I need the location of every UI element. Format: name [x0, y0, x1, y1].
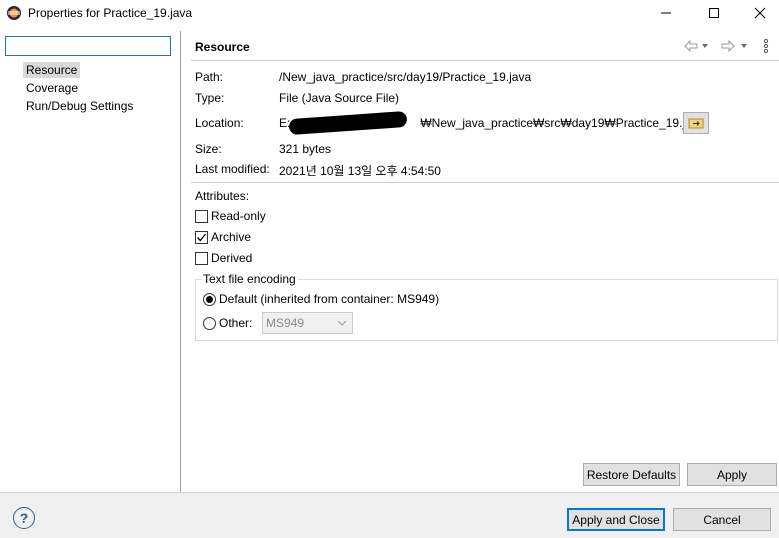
apply-button[interactable]: Apply — [687, 463, 777, 486]
view-menu-button[interactable] — [762, 38, 770, 54]
attributes-label: Attributes: — [195, 189, 250, 203]
back-button[interactable] — [683, 38, 709, 54]
sidebar-item-resource[interactable]: Resource — [23, 62, 81, 78]
show-in-explorer-button[interactable] — [683, 112, 709, 134]
modified-label: Last modified: — [195, 162, 270, 176]
close-button[interactable] — [737, 0, 779, 26]
read-only-checkbox[interactable]: Read-only — [195, 208, 266, 224]
help-icon[interactable]: ? — [13, 507, 35, 529]
other-encoding-label: Other: — [219, 316, 253, 330]
sidebar-item-run-debug-settings[interactable]: Run/Debug Settings — [23, 98, 136, 114]
radio-circle[interactable] — [203, 292, 216, 306]
checkbox-box[interactable] — [195, 209, 208, 223]
modified-value: 2021년 10월 13일 오후 4:54:50 — [279, 164, 441, 178]
minimize-button[interactable] — [643, 0, 689, 26]
checkbox-box[interactable] — [195, 230, 208, 244]
apply-and-close-button[interactable]: Apply and Close — [567, 508, 665, 531]
maximize-button[interactable] — [691, 0, 737, 26]
radio-circle[interactable] — [203, 316, 216, 330]
page-title: Resource — [195, 40, 250, 54]
open-folder-icon — [688, 118, 704, 129]
type-value: File (Java Source File) — [279, 91, 400, 105]
path-label: Path: — [195, 70, 224, 84]
maximize-icon — [709, 8, 719, 18]
checkbox-box[interactable] — [195, 251, 208, 265]
more-vertical-icon — [763, 38, 769, 54]
derived-label: Derived — [211, 251, 253, 265]
chevron-down-icon — [337, 320, 347, 326]
forward-button[interactable] — [720, 38, 754, 54]
filter-input[interactable] — [5, 36, 171, 56]
size-value: 321 bytes — [279, 142, 332, 156]
restore-defaults-button[interactable]: Restore Defaults — [583, 463, 680, 486]
window-title: Properties for Practice_19.java — [28, 6, 193, 20]
encoding-select[interactable]: MS949 — [262, 312, 353, 334]
section-divider — [191, 182, 779, 183]
back-arrow-icon — [684, 39, 708, 53]
other-encoding-radio[interactable]: Other: — [203, 315, 252, 331]
default-encoding-radio[interactable]: Default (inherited from container: MS949… — [203, 291, 439, 307]
minimize-icon — [661, 12, 671, 14]
archive-label: Archive — [211, 230, 252, 244]
size-label: Size: — [195, 142, 222, 156]
eclipse-icon — [6, 5, 22, 21]
sidebar-item-coverage[interactable]: Coverage — [23, 80, 81, 96]
location-label: Location: — [195, 116, 244, 130]
close-icon — [754, 7, 766, 19]
encoding-select-value: MS949 — [266, 316, 305, 330]
forward-arrow-icon — [721, 39, 747, 53]
redaction-mark — [288, 110, 408, 136]
path-value: /New_java_practice/src/day19/Practice_19… — [279, 70, 532, 84]
cancel-button[interactable]: Cancel — [673, 508, 771, 531]
location-path: ₩New_java_practice₩src₩day19₩Practice_19… — [420, 116, 705, 130]
archive-checkbox[interactable]: Archive — [195, 229, 251, 245]
read-only-label: Read-only — [211, 209, 266, 223]
type-label: Type: — [195, 91, 225, 105]
encoding-label: Text file encoding — [201, 272, 298, 286]
default-encoding-label: Default (inherited from container: MS949… — [219, 292, 440, 306]
header-divider — [191, 60, 779, 61]
derived-checkbox[interactable]: Derived — [195, 250, 252, 266]
checkmark-icon — [197, 233, 207, 241]
